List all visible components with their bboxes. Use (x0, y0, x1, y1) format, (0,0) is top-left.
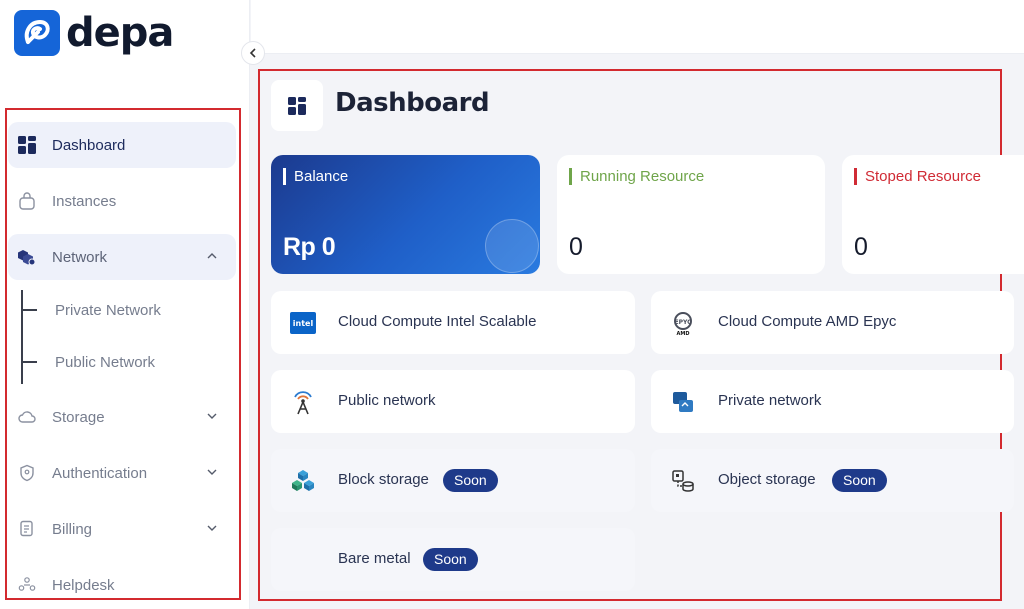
running-resource-value: 0 (569, 233, 583, 261)
chevron-left-icon (249, 48, 256, 58)
chevron-down-icon (204, 408, 220, 424)
sidebar-item-label: Instances (52, 192, 117, 210)
shield-icon (17, 463, 37, 483)
balance-label: Balance (283, 168, 348, 185)
sidebar-subitem-private-network[interactable]: Private Network (55, 302, 161, 319)
block-storage-icon (289, 467, 317, 495)
sidebar-item-label: Authentication (52, 464, 148, 482)
service-label: Public network (338, 392, 436, 409)
svg-text:intel: intel (293, 319, 314, 328)
object-storage-icon (669, 467, 697, 495)
service-label: Cloud Compute AMD Epyc (718, 313, 897, 330)
receipt-icon (17, 519, 37, 539)
service-card-amd[interactable]: EPYC AMD Cloud Compute AMD Epyc (651, 291, 1014, 354)
sidebar-item-storage[interactable]: Storage (8, 394, 236, 440)
service-card-private-network[interactable]: Private network (651, 370, 1014, 433)
grid-icon (288, 96, 306, 115)
grid-icon (17, 135, 37, 155)
balance-card[interactable]: Balance Rp 0 (271, 155, 540, 274)
service-label: Bare metal (338, 550, 411, 567)
submenu-tree-line (21, 290, 23, 384)
sidebar-item-label: Billing (52, 520, 93, 538)
service-label: Block storage (338, 471, 429, 488)
service-label: Cloud Compute Intel Scalable (338, 313, 537, 330)
people-icon (17, 575, 37, 595)
stopped-resource-label: Stoped Resource (854, 168, 981, 185)
depa-logo-icon (14, 10, 60, 56)
sidebar-item-label: Storage (52, 408, 105, 426)
service-card-public-network[interactable]: Public network (271, 370, 635, 433)
service-card-object-storage[interactable]: Object storage Soon (651, 449, 1014, 512)
running-resource-label: Running Resource (569, 168, 704, 185)
sidebar-collapse-button[interactable] (241, 41, 265, 65)
sidebar-item-label: Network (52, 248, 108, 266)
cubes-icon (17, 247, 37, 267)
submenu-tree-tick (21, 309, 37, 311)
svg-text:EPYC: EPYC (674, 319, 692, 326)
service-label: Private network (718, 392, 822, 409)
service-label: Object storage (718, 471, 816, 488)
amd-epyc-icon: EPYC AMD (669, 309, 697, 337)
sidebar-item-instances[interactable]: Instances (8, 178, 236, 224)
sidebar-item-dashboard[interactable]: Dashboard (8, 122, 236, 168)
sidebar-item-billing[interactable]: Billing (8, 506, 236, 552)
sidebar: depa Dashboard Instances Network Private… (0, 0, 250, 609)
soon-badge: Soon (423, 548, 478, 571)
bag-icon (17, 191, 37, 211)
submenu-tree-tick (21, 361, 37, 363)
running-resource-card[interactable]: Running Resource 0 (557, 155, 825, 274)
chevron-down-icon (204, 464, 220, 480)
soon-badge: Soon (443, 469, 498, 492)
page-title: Dashboard (335, 88, 490, 118)
sidebar-item-authentication[interactable]: Authentication (8, 450, 236, 496)
chevron-up-icon (204, 248, 220, 264)
sidebar-subitem-public-network[interactable]: Public Network (55, 354, 155, 371)
service-card-bare-metal[interactable]: Bare metal Soon (271, 528, 635, 591)
chevron-down-icon (204, 520, 220, 536)
brand-logo[interactable]: depa (14, 10, 174, 56)
sidebar-item-helpdesk[interactable]: Helpdesk (8, 562, 236, 608)
decorative-bubble (485, 219, 539, 273)
page-title-icon-box (271, 80, 323, 131)
stopped-resource-value: 0 (854, 233, 868, 261)
bare-metal-icon (289, 546, 317, 574)
service-card-intel[interactable]: intel Cloud Compute Intel Scalable (271, 291, 635, 354)
sidebar-item-network[interactable]: Network (8, 234, 236, 280)
sidebar-item-label: Helpdesk (52, 576, 115, 594)
sidebar-item-label: Dashboard (52, 136, 126, 154)
service-card-block-storage[interactable]: Block storage Soon (271, 449, 635, 512)
top-bar (251, 0, 1024, 54)
stopped-resource-card[interactable]: Stoped Resource 0 (842, 155, 1024, 274)
svg-text:AMD: AMD (677, 331, 690, 336)
brand-name: depa (66, 10, 174, 56)
cloud-icon (17, 407, 37, 427)
antenna-icon (289, 388, 317, 416)
private-network-icon (669, 388, 697, 416)
intel-logo-icon: intel (289, 309, 317, 337)
balance-value: Rp 0 (283, 233, 336, 261)
soon-badge: Soon (832, 469, 887, 492)
